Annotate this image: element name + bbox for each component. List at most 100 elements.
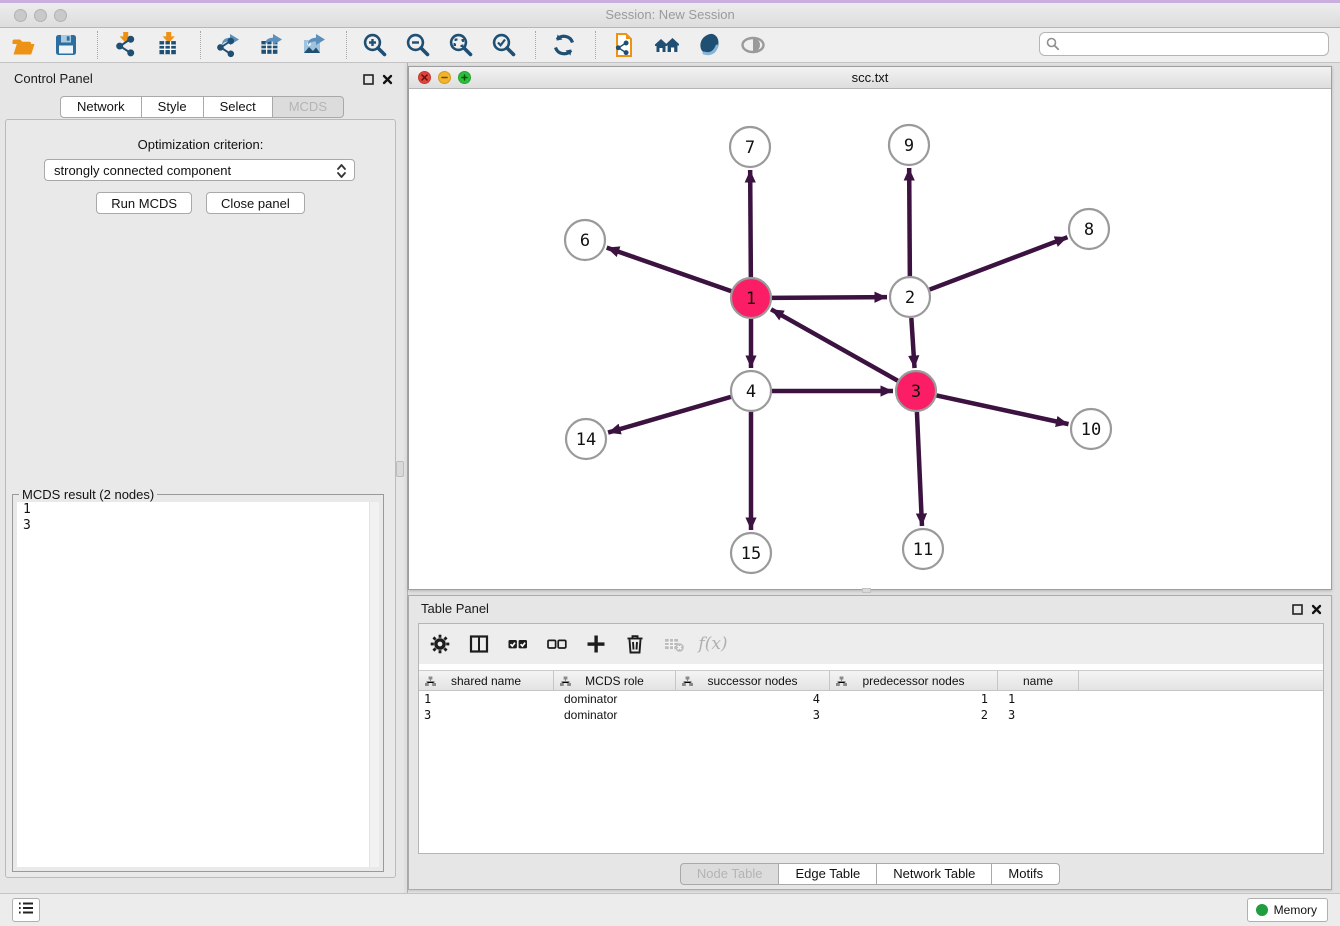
graph-node-8[interactable]: 8 — [1069, 209, 1109, 249]
column-header-predecessor-nodes[interactable]: predecessor nodes — [830, 671, 998, 690]
run-mcds-button[interactable]: Run MCDS — [96, 192, 192, 214]
edge-1-7[interactable] — [750, 170, 751, 277]
split-view-icon[interactable] — [468, 633, 490, 655]
table-row[interactable]: 3dominator323 — [419, 707, 1323, 723]
edge-2-8[interactable] — [930, 237, 1068, 289]
gear-icon[interactable] — [429, 633, 451, 655]
close-table-panel-icon[interactable] — [1311, 602, 1322, 620]
vertical-splitter-handle[interactable] — [396, 461, 404, 477]
node-label: 1 — [746, 289, 756, 309]
save-session-icon[interactable] — [52, 31, 80, 59]
edge-3-11[interactable] — [917, 412, 922, 526]
edge-2-3[interactable] — [911, 318, 914, 368]
float-panel-icon[interactable] — [363, 72, 374, 90]
table-cell: dominator — [554, 707, 676, 723]
tree-icon — [682, 676, 693, 690]
node-table-container: f(x) shared nameMCDS rolesuccessor nodes… — [418, 623, 1324, 854]
delete-row-icon[interactable] — [624, 633, 646, 655]
edge-1-2[interactable] — [772, 297, 887, 298]
graph-node-1[interactable]: 1 — [731, 278, 771, 318]
export-network-icon[interactable] — [215, 31, 243, 59]
criterion-dropdown[interactable]: strongly connected component — [44, 159, 355, 181]
column-header-successor-nodes[interactable]: successor nodes — [676, 671, 830, 690]
table-header-row: shared nameMCDS rolesuccessor nodesprede… — [419, 670, 1323, 691]
refresh-layout-icon[interactable] — [550, 31, 578, 59]
zoom-in-icon[interactable] — [361, 31, 389, 59]
edge-2-9[interactable] — [909, 168, 910, 276]
table-cell: 1 — [998, 691, 1079, 707]
table-cell: 2 — [830, 707, 998, 723]
tree-icon — [560, 676, 571, 690]
column-header-name[interactable]: name — [998, 671, 1079, 690]
graph-node-11[interactable]: 11 — [903, 529, 943, 569]
table-tab-motifs[interactable]: Motifs — [992, 863, 1060, 885]
graph-node-3[interactable]: 3 — [896, 371, 936, 411]
float-table-panel-icon[interactable] — [1292, 602, 1303, 620]
column-header-shared-name[interactable]: shared name — [419, 671, 554, 690]
graph-node-10[interactable]: 10 — [1071, 409, 1111, 449]
node-label: 4 — [746, 382, 756, 402]
edge-3-10[interactable] — [937, 395, 1069, 424]
tab-select[interactable]: Select — [204, 96, 273, 118]
graph-node-7[interactable]: 7 — [730, 127, 770, 167]
import-network-icon[interactable] — [112, 31, 140, 59]
close-panel-button[interactable]: Close panel — [206, 192, 305, 214]
network-canvas[interactable]: 7 9 6 8 1 2 4 3 14 10 15 11 — [409, 89, 1331, 589]
export-image-icon[interactable] — [301, 31, 329, 59]
tab-network[interactable]: Network — [60, 96, 142, 118]
horizontal-splitter-handle[interactable] — [862, 588, 871, 593]
tab-style[interactable]: Style — [142, 96, 204, 118]
node-label: 8 — [1084, 220, 1094, 240]
edge-1-6[interactable] — [607, 248, 731, 291]
edge-3-1[interactable] — [771, 309, 898, 380]
zoom-out-icon[interactable] — [404, 31, 432, 59]
table-panel-tabs: Node TableEdge TableNetwork TableMotifs — [409, 863, 1331, 885]
import-table-icon[interactable] — [155, 31, 183, 59]
table-tab-network-table[interactable]: Network Table — [877, 863, 992, 885]
network-graph-svg: 7 9 6 8 1 2 4 3 14 10 15 11 — [409, 89, 1331, 589]
apply-style-icon[interactable] — [696, 31, 724, 59]
graph-node-14[interactable]: 14 — [566, 419, 606, 459]
edge-4-14[interactable] — [608, 397, 731, 433]
session-title: Session: New Session — [0, 7, 1340, 22]
node-label: 2 — [905, 288, 915, 308]
export-table-icon[interactable] — [258, 31, 286, 59]
main-toolbar — [0, 28, 1340, 63]
zoom-fit-icon[interactable] — [447, 31, 475, 59]
table-cell: dominator — [554, 691, 676, 707]
graph-node-2[interactable]: 2 — [890, 277, 930, 317]
close-panel-icon[interactable] — [382, 72, 393, 90]
memory-button[interactable]: Memory — [1247, 898, 1328, 922]
toolbar-separator — [97, 31, 98, 59]
table-tab-node-table[interactable]: Node Table — [680, 863, 780, 885]
column-header-MCDS-role[interactable]: MCDS role — [554, 671, 676, 690]
open-session-icon[interactable] — [9, 31, 37, 59]
node-label: 15 — [741, 544, 761, 564]
home-icon[interactable] — [653, 31, 681, 59]
optimization-criterion-label: Optimization criterion: — [6, 137, 395, 152]
graph-node-9[interactable]: 9 — [889, 125, 929, 165]
apply-function-icon: f(x) — [702, 633, 724, 655]
show-panel-list-button[interactable] — [12, 898, 40, 922]
select-all-columns-icon[interactable] — [507, 633, 529, 655]
graph-node-6[interactable]: 6 — [565, 220, 605, 260]
mcds-result-text[interactable]: 13 — [17, 502, 379, 867]
clone-network-icon[interactable] — [610, 31, 638, 59]
mcds-result-line: 1 — [17, 502, 379, 518]
table-cell: 1 — [830, 691, 998, 707]
table-panel-title: Table Panel — [421, 601, 489, 616]
show-hide-graphics-icon[interactable] — [739, 31, 767, 59]
table-cell: 1 — [419, 691, 554, 707]
zoom-selected-icon[interactable] — [490, 31, 518, 59]
table-row[interactable]: 1dominator411 — [419, 691, 1323, 707]
table-tab-edge-table[interactable]: Edge Table — [779, 863, 877, 885]
search-input[interactable] — [1039, 32, 1329, 56]
result-scrollbar[interactable] — [369, 502, 379, 867]
graph-node-4[interactable]: 4 — [731, 371, 771, 411]
graph-node-15[interactable]: 15 — [731, 533, 771, 573]
table-cell: 3 — [419, 707, 554, 723]
mcds-result-line: 3 — [17, 518, 379, 534]
deselect-all-columns-icon[interactable] — [546, 633, 568, 655]
add-row-icon[interactable] — [585, 633, 607, 655]
tab-mcds[interactable]: MCDS — [273, 96, 344, 118]
